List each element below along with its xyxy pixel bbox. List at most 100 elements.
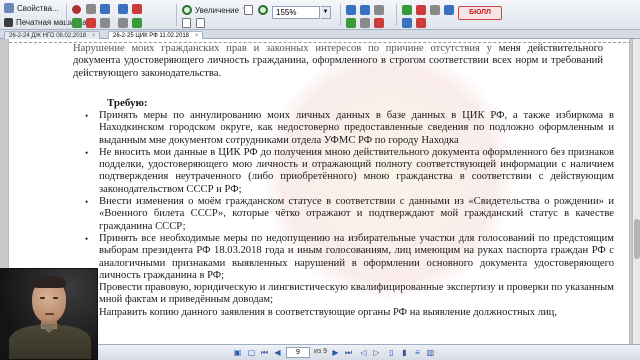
crop-icon [374, 5, 384, 15]
toolbar-separator [396, 4, 397, 26]
next-page-button[interactable]: ▶ [330, 348, 341, 358]
typewriter-icon [4, 17, 13, 27]
note-tool-button[interactable] [72, 17, 82, 29]
forward-button[interactable]: ▷ [371, 348, 382, 358]
attach-button[interactable] [360, 17, 370, 29]
requirement-text: Не вносить мои данные в ЦИК РФ до получе… [99, 146, 614, 195]
page-total: из 9 [314, 348, 327, 355]
requirement-text: Принять меры по аннулированию моих личны… [99, 110, 614, 146]
requirements-list: • Принять меры по аннулированию моих личн… [85, 110, 614, 319]
list-item: • Не вносить мои данные в ЦИК РФ до получ… [85, 146, 614, 196]
sign-icon [374, 18, 384, 28]
chevron-down-icon: ▼ [322, 9, 329, 15]
properties-button[interactable]: Свойства... [4, 2, 59, 14]
measure-button[interactable] [430, 4, 440, 16]
fit-width-button[interactable] [196, 17, 205, 29]
first-page-button[interactable]: ⏮ [259, 348, 270, 358]
shape-tool-button[interactable] [100, 3, 110, 15]
back-icon: ◁ [360, 348, 367, 357]
vertical-scrollbar[interactable] [632, 39, 640, 344]
text-tool-button[interactable] [86, 3, 96, 15]
highlight-icon [72, 4, 81, 14]
line-tool-button[interactable] [86, 17, 96, 29]
highlight-tool-button[interactable] [72, 3, 81, 15]
document-tabs: 26-2-24 ДЖ НГО 06.02.2018 × 26-2-25 ЦИК … [0, 30, 640, 39]
underline-icon [402, 5, 412, 15]
cloud-button[interactable] [402, 17, 412, 29]
fit-width-icon [196, 18, 205, 28]
presenter-eye [40, 297, 45, 299]
webcam-overlay [0, 268, 98, 360]
polygon-button[interactable] [444, 4, 454, 16]
attach-icon [360, 18, 370, 28]
rotate-right-icon [360, 5, 370, 15]
stamp-tool-button[interactable] [132, 3, 142, 15]
single-page-button[interactable]: ▯ [386, 348, 397, 358]
tab-document-1[interactable]: 26-2-24 ДЖ НГО 06.02.2018 × [4, 31, 101, 39]
presenter-mouth [45, 313, 54, 315]
fit-page-button[interactable] [182, 17, 191, 29]
continuous-icon: ≡ [415, 348, 420, 357]
intro-paragraph: Нарушение моих гражданских прав и законн… [73, 43, 603, 80]
pencil-tool-button[interactable] [118, 3, 128, 15]
next-page-icon: ▶ [332, 348, 339, 357]
intro-faded-line: Нарушение моих гражданских прав и законн… [73, 43, 492, 54]
measure-icon [430, 5, 440, 15]
toolbar-separator [66, 4, 67, 26]
note-icon [72, 18, 82, 28]
underline-button[interactable] [402, 4, 412, 16]
crop-button[interactable] [374, 4, 384, 16]
two-page-button[interactable]: ▮ [399, 348, 410, 358]
scrollbar-thumb[interactable] [634, 219, 640, 259]
pdf-viewer-window: { "toolbar": { "properties_label": "Свой… [0, 0, 640, 360]
last-page-icon: ⏭ [344, 348, 353, 357]
bullet-icon: • [85, 111, 89, 121]
arrow-button[interactable] [416, 17, 426, 29]
list-item: •Провести правовую, юридическую и лингви… [85, 282, 614, 307]
main-toolbar: Свойства... Печатная машинка Увеличение … [0, 0, 640, 30]
snapshot-tool-button[interactable] [132, 17, 142, 29]
requirement-text: Провести правовую, юридическую и лингвис… [99, 282, 614, 306]
sign-button[interactable] [374, 17, 384, 29]
previous-page-icon: ◀ [274, 348, 281, 357]
strikeout-icon [416, 5, 426, 15]
requirement-text: Внести изменения о моём гражданском стат… [99, 196, 614, 232]
fit-view-button[interactable]: ▣ [232, 348, 243, 358]
toolbar-separator [340, 4, 341, 26]
first-page-icon: ⏮ [260, 348, 269, 357]
zoom-in-button[interactable] [258, 4, 268, 16]
actual-view-button[interactable]: ▢ [246, 348, 257, 358]
continuous-button[interactable]: ≡ [412, 348, 423, 358]
bullet-icon: • [85, 233, 89, 244]
actual-size-button[interactable] [244, 4, 253, 16]
last-page-button[interactable]: ⏭ [343, 348, 354, 358]
strikeout-button[interactable] [416, 4, 426, 16]
zoom-input[interactable]: 155% [272, 6, 320, 19]
page-number-input[interactable]: 9 [286, 347, 310, 358]
tab-document-2[interactable]: 26-2-25 ЦИК РФ 11.02.2018 × [108, 31, 204, 39]
select-tool-button[interactable] [118, 17, 128, 29]
rotate-right-button[interactable] [360, 4, 370, 16]
back-button[interactable]: ◁ [358, 348, 369, 358]
cloud-icon [402, 18, 412, 28]
toolbar-separator [176, 4, 177, 26]
previous-page-button[interactable]: ◀ [272, 348, 283, 358]
presenter-eye [53, 297, 58, 299]
facing-button[interactable]: ▥ [425, 348, 436, 358]
list-item: • Внести изменения о моём гражданском ста… [85, 196, 614, 233]
rotate-left-button[interactable] [346, 4, 356, 16]
zoom-button[interactable]: Увеличение ▼ [182, 4, 248, 16]
shape-tool-icon [100, 4, 110, 14]
properties-icon [4, 3, 14, 13]
stamp-tool-icon [132, 4, 142, 14]
fit-page-icon [182, 18, 191, 28]
document-page: Нарушение моих гражданских прав и законн… [8, 39, 630, 344]
eraser-tool-button[interactable] [100, 17, 110, 29]
stamp-button[interactable]: БЮЛЛ [458, 6, 502, 20]
snapshot-icon [132, 18, 142, 28]
zoom-dropdown-button[interactable]: ▼ [321, 6, 331, 19]
link-button[interactable] [346, 17, 356, 29]
list-item: •Направить копию данного заявления в соо… [85, 307, 614, 319]
eraser-icon [100, 18, 110, 28]
link-icon [346, 18, 356, 28]
